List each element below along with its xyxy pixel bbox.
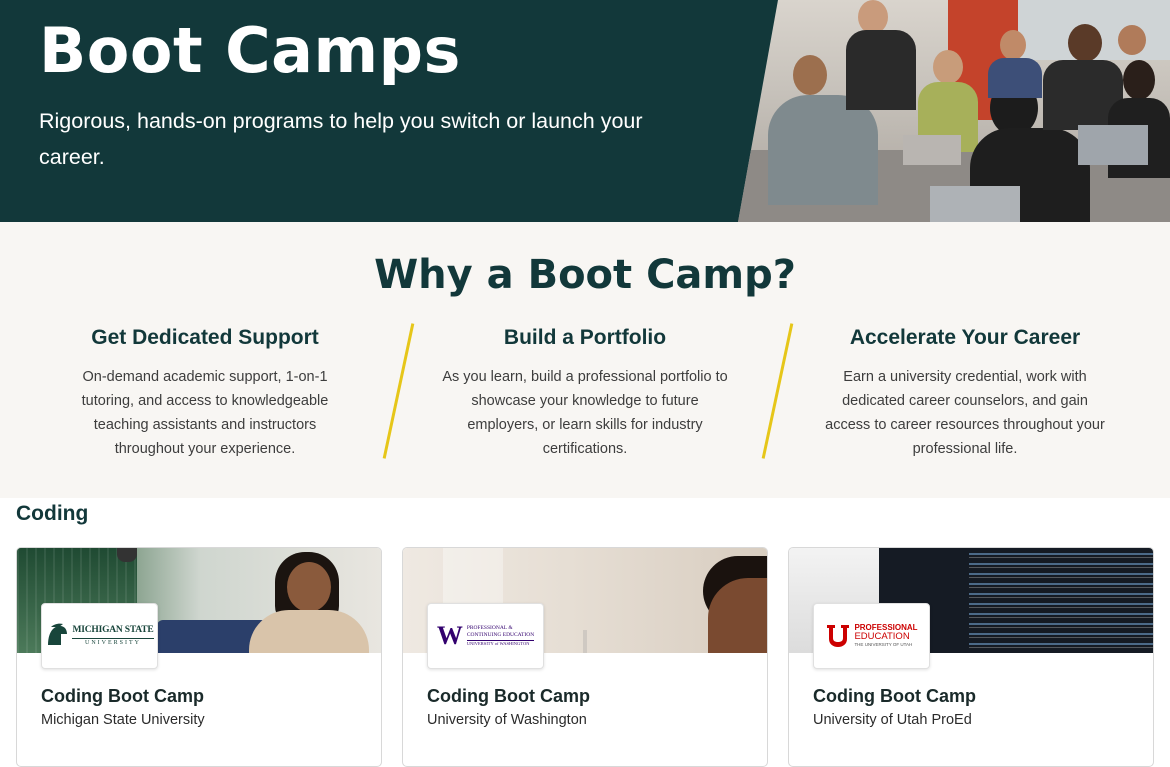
hero-classroom-photo: [738, 0, 1170, 222]
divider-slash: [382, 323, 415, 459]
logo-text: MICHIGAN STATE: [72, 625, 154, 636]
logo-text: UNIVERSITY of WASHINGTON: [466, 639, 535, 647]
benefit-career: Accelerate Your Career Earn a university…: [820, 326, 1110, 461]
benefit-portfolio: Build a Portfolio As you learn, build a …: [440, 326, 730, 461]
card-title[interactable]: Coding Boot Camp: [813, 686, 976, 707]
course-card-msu[interactable]: MICHIGAN STATE UNIVERSITY Coding Boot Ca…: [16, 547, 382, 767]
logo-text: EDUCATION: [854, 631, 910, 643]
card-school: University of Utah ProEd: [813, 712, 972, 728]
divider-slash: [761, 323, 794, 459]
benefit-heading: Build a Portfolio: [503, 326, 667, 349]
card-title[interactable]: Coding Boot Camp: [427, 686, 590, 707]
card-school: University of Washington: [427, 712, 587, 728]
why-bootcamp-section: Why a Boot Camp? Get Dedicated Support O…: [0, 222, 1170, 498]
card-school: Michigan State University: [41, 712, 205, 728]
logo-text: UNIVERSITY: [72, 637, 154, 646]
course-card-uw[interactable]: W PROFESSIONAL & CONTINUING EDUCATION UN…: [402, 547, 768, 767]
card-title[interactable]: Coding Boot Camp: [41, 686, 204, 707]
course-card-utah[interactable]: PROFESSIONAL EDUCATION THE UNIVERSITY OF…: [788, 547, 1154, 767]
spartan-helmet-icon: [48, 623, 68, 645]
logo-text: CONTINUING EDUCATION: [466, 631, 535, 638]
benefit-text: As you learn, build a professional portf…: [442, 369, 728, 457]
msu-logo: MICHIGAN STATE UNIVERSITY: [41, 603, 158, 669]
hero-banner: Boot Camps Rigorous, hands-on programs t…: [0, 0, 1170, 222]
category-heading-coding: Coding: [16, 502, 89, 525]
benefit-text: On-demand academic support, 1-on-1 tutor…: [81, 369, 329, 457]
page-title: Boot Camps: [39, 14, 461, 87]
utah-logo: PROFESSIONAL EDUCATION THE UNIVERSITY OF…: [813, 603, 930, 669]
benefit-text: Earn a university credential, work with …: [825, 369, 1105, 457]
section-title: Why a Boot Camp?: [374, 252, 796, 298]
benefit-heading: Get Dedicated Support: [91, 326, 319, 349]
uw-logo: W PROFESSIONAL & CONTINUING EDUCATION UN…: [427, 603, 544, 669]
benefit-support: Get Dedicated Support On-demand academic…: [60, 326, 350, 461]
logo-text: THE UNIVERSITY OF UTAH: [854, 642, 913, 648]
utah-u-icon: [827, 625, 850, 647]
hero-subtitle: Rigorous, hands-on programs to help you …: [39, 109, 643, 169]
uw-w-icon: W: [436, 621, 463, 650]
benefit-heading: Accelerate Your Career: [849, 326, 1081, 349]
